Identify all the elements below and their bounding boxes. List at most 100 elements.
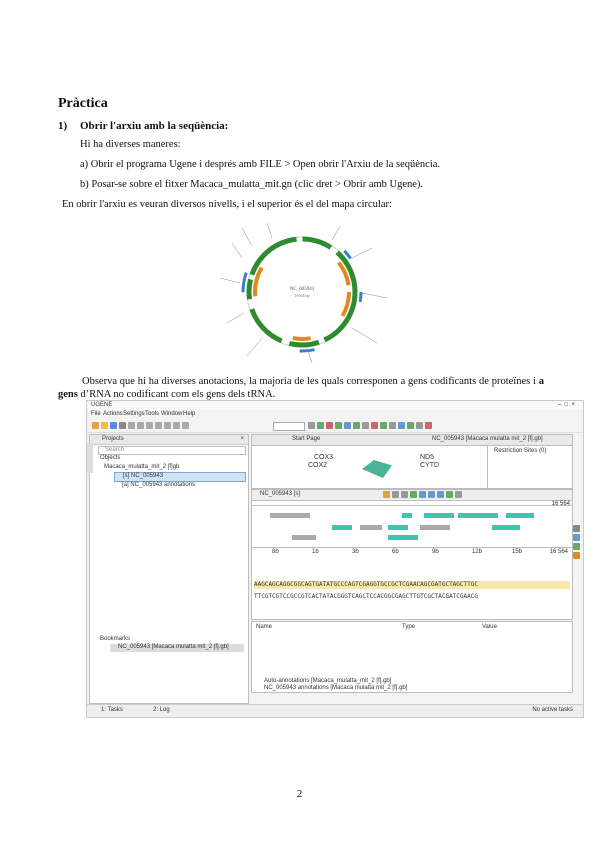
- ruler-tick: 12b: [472, 549, 483, 555]
- tree-seq-item[interactable]: [s] NC_005943: [114, 472, 246, 482]
- tool-icon[interactable]: [398, 422, 405, 429]
- annotation-feature[interactable]: [424, 513, 454, 518]
- tree-file-item[interactable]: Macaca_mulatta_mit_2 [f]gb: [104, 464, 179, 470]
- col-name[interactable]: Name: [256, 624, 272, 630]
- tool-icon[interactable]: [389, 422, 396, 429]
- ruler-tick: 16 564: [549, 549, 568, 555]
- menu-file[interactable]: File: [91, 411, 101, 417]
- menu-tools[interactable]: Tools: [145, 411, 159, 417]
- annotation-feature[interactable]: [292, 535, 316, 540]
- tool-icon[interactable]: [428, 491, 435, 498]
- sequence-panel-title: NC_005943 [s]: [260, 491, 301, 497]
- ruler-tick: 6b: [392, 549, 399, 555]
- save-icon[interactable]: [110, 422, 117, 429]
- annotation-feature[interactable]: [492, 525, 520, 530]
- tool-icon[interactable]: [344, 422, 351, 429]
- tool-icon[interactable]: [410, 491, 417, 498]
- tool-icon[interactable]: [407, 422, 414, 429]
- tool-icon[interactable]: [173, 422, 180, 429]
- tool-icon[interactable]: [119, 422, 126, 429]
- menu-help[interactable]: Help: [183, 411, 195, 417]
- tool-icon[interactable]: [437, 491, 444, 498]
- search-input[interactable]: Search: [98, 446, 246, 455]
- annotation-feature[interactable]: [270, 513, 310, 518]
- protein-structure-image: [362, 460, 392, 478]
- tab-tasks[interactable]: 1: Tasks: [101, 707, 123, 713]
- dna-sequence-top[interactable]: AAGCAGCAGGCGGCAGTGATATGCCCAGTCGAGGTGCCGC…: [254, 581, 570, 589]
- tool-icon[interactable]: [573, 543, 580, 550]
- tool-icon[interactable]: [371, 422, 378, 429]
- menu-actions[interactable]: Actions: [103, 411, 123, 417]
- tool-icon[interactable]: [137, 422, 144, 429]
- annotation-feature[interactable]: [332, 525, 352, 530]
- position-input[interactable]: [273, 422, 305, 431]
- project-panel: Projects × Search Objects Macaca_mulatta…: [89, 434, 249, 704]
- tool-icon[interactable]: [317, 422, 324, 429]
- toolbar: [87, 420, 583, 433]
- tab-sequence[interactable]: NC_005943 [Macaca mulatta mit_2 [f].gb]: [432, 436, 543, 442]
- tool-icon[interactable]: [419, 491, 426, 498]
- annotation-feature[interactable]: [360, 525, 382, 530]
- menu-bar: File Actions Settings Tools Window Help: [87, 410, 583, 419]
- annotations-table: Name Type Value Auto-annotations [Macaca…: [251, 621, 573, 693]
- annotation-feature[interactable]: [420, 525, 450, 530]
- ruler-tick: 1b: [312, 549, 319, 555]
- tool-icon[interactable]: [164, 422, 171, 429]
- bookmark-item[interactable]: NC_005943 [Macaca mulatta mit_2 [f].gb]: [110, 644, 244, 652]
- open-icon[interactable]: [101, 422, 108, 429]
- tool-icon[interactable]: [573, 525, 580, 532]
- projects-header: Projects: [102, 436, 124, 442]
- status-text: No active tasks: [532, 707, 573, 713]
- tab-start-page[interactable]: Start Page: [292, 436, 320, 442]
- menu-settings[interactable]: Settings: [123, 411, 145, 417]
- tool-icon[interactable]: [353, 422, 360, 429]
- tool-icon[interactable]: [146, 422, 153, 429]
- tool-icon[interactable]: [308, 422, 315, 429]
- intro-text: Hi ha diverses maneres:: [80, 139, 181, 150]
- observation-paragraph: Observa que hi ha diverses anotacions, l…: [58, 376, 544, 400]
- circular-map-figure: NC_005943 16564 bp: [219, 222, 388, 364]
- tool-icon[interactable]: [362, 422, 369, 429]
- gene-label: CYTD: [420, 462, 440, 469]
- col-value[interactable]: Value: [482, 624, 497, 630]
- right-side-bar: [573, 523, 581, 603]
- col-type[interactable]: Type: [402, 624, 415, 630]
- page-number: 2: [296, 788, 303, 800]
- annotation-feature[interactable]: [506, 513, 534, 518]
- tool-icon[interactable]: [573, 534, 580, 541]
- table-row[interactable]: Auto-annotations [Macaca_mulatta_mit_2 […: [264, 678, 391, 684]
- tool-icon[interactable]: [326, 422, 333, 429]
- levels-text: En obrir l'arxiu es veuran diversos nive…: [62, 199, 392, 210]
- annotation-feature[interactable]: [388, 525, 408, 530]
- tool-icon[interactable]: [155, 422, 162, 429]
- annotation-feature[interactable]: [458, 513, 498, 518]
- close-icon[interactable]: ×: [240, 436, 244, 442]
- tool-icon[interactable]: [401, 491, 408, 498]
- circular-map-center-label: NC_005943: [290, 287, 315, 292]
- tool-icon[interactable]: [416, 422, 423, 429]
- side-tab[interactable]: [87, 443, 93, 473]
- annotation-feature[interactable]: [388, 535, 418, 540]
- tool-icon[interactable]: [392, 491, 399, 498]
- annotation-feature[interactable]: [402, 513, 412, 518]
- tool-icon[interactable]: [383, 491, 390, 498]
- tool-icon[interactable]: [380, 422, 387, 429]
- tool-icon[interactable]: [425, 422, 432, 429]
- menu-window[interactable]: Window: [161, 411, 182, 417]
- tree-annotations-item[interactable]: [a] NC_005943 annotations: [122, 482, 195, 488]
- objects-label: Objects: [100, 455, 121, 461]
- tool-icon[interactable]: [335, 422, 342, 429]
- tab-log[interactable]: 2: Log: [153, 707, 170, 713]
- tool-icon[interactable]: [573, 552, 580, 559]
- dna-sequence-bottom[interactable]: TTCGTCGTCCGCCGTCACTATACGGGTCAGCTCCACGGCG…: [254, 593, 570, 601]
- tool-icon[interactable]: [182, 422, 189, 429]
- new-project-icon[interactable]: [92, 422, 99, 429]
- ruler-tick: 9b: [432, 549, 439, 555]
- ruler-line: [252, 505, 572, 506]
- window-controls[interactable]: – □ ×: [558, 402, 575, 408]
- option-a-text: a) Obrir el programa Ugene i després amb…: [80, 159, 441, 170]
- tool-icon[interactable]: [446, 491, 453, 498]
- tool-icon[interactable]: [128, 422, 135, 429]
- tool-icon[interactable]: [455, 491, 462, 498]
- table-row[interactable]: NC_005943 annotations [Macaca mulatta mi…: [264, 685, 407, 691]
